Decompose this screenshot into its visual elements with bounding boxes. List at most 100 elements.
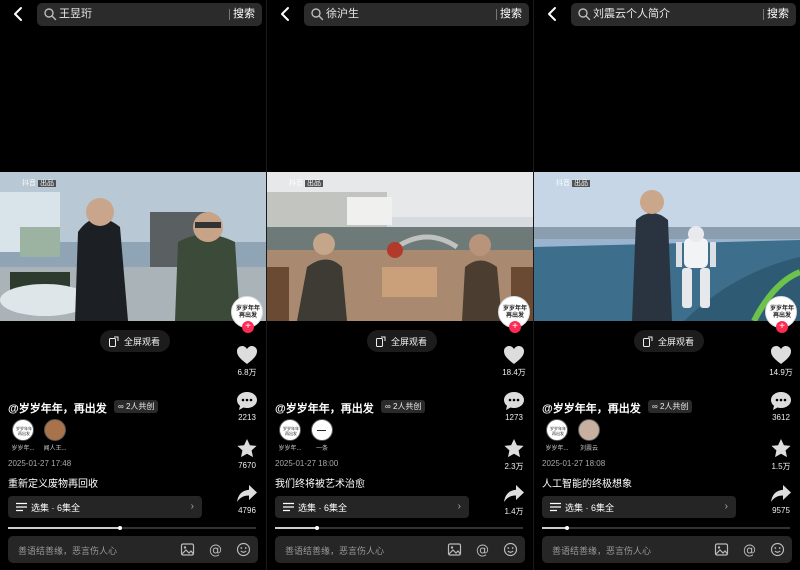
comment-input[interactable]: 善语结善缘，恶言伤人心 @ xyxy=(275,536,525,563)
collab-badge[interactable]: ∞ 2人共创 xyxy=(381,400,426,413)
video-progress-bar[interactable] xyxy=(542,526,790,530)
progress-fill xyxy=(8,527,120,529)
mention-icon[interactable]: @ xyxy=(208,542,223,557)
search-header: 王昱珩 搜索 xyxy=(0,0,266,30)
video-frame[interactable]: 抖音 出品 xyxy=(0,172,266,321)
collection-label: 选集 · 6集全 xyxy=(565,503,615,513)
heart-icon xyxy=(771,346,791,364)
collab-label: 2人共创 xyxy=(392,402,422,411)
progress-knob[interactable] xyxy=(564,526,569,530)
video-feed-panel: 王昱珩 搜索 抖音 出品 全屏观看 岁岁年年再出发 + 6.8万 2213 76… xyxy=(0,0,266,570)
search-query-text[interactable]: 刘震云个人简介 xyxy=(593,7,670,22)
search-bar[interactable]: 徐沪生 搜索 xyxy=(304,3,529,26)
follow-plus-icon[interactable]: + xyxy=(776,321,788,333)
yitiao-logo-glyph: — xyxy=(317,425,326,435)
search-button[interactable]: 搜索 xyxy=(767,7,789,22)
share-button[interactable]: 9575 xyxy=(765,484,797,515)
collection-bar[interactable]: 选集 · 6集全 › xyxy=(8,496,202,518)
fullscreen-label: 全屏观看 xyxy=(658,336,695,347)
search-button[interactable]: 搜索 xyxy=(500,7,522,22)
fullscreen-button[interactable]: 全屏观看 xyxy=(367,330,438,352)
share-button[interactable]: 4796 xyxy=(231,484,263,515)
collaborator-1[interactable]: 岁岁年年再出发 岁岁年... xyxy=(5,419,41,452)
search-query-text[interactable]: 王昱珩 xyxy=(59,7,92,22)
search-button[interactable]: 搜索 xyxy=(233,7,255,22)
progress-knob[interactable] xyxy=(117,526,122,530)
fullscreen-icon xyxy=(109,336,119,347)
fullscreen-button[interactable]: 全屏观看 xyxy=(634,330,705,352)
image-icon[interactable] xyxy=(714,542,729,557)
chevron-right-icon: › xyxy=(457,501,461,512)
comment-input[interactable]: 善语结善缘，恶言伤人心 @ xyxy=(542,536,792,563)
share-count: 1.4万 xyxy=(504,507,524,516)
collection-label: 选集 · 6集全 xyxy=(31,503,81,513)
mention-icon[interactable]: @ xyxy=(475,542,490,557)
creator-avatar[interactable]: 岁岁年年再出发 + xyxy=(498,296,530,333)
douyin-watermark: 抖音 出品 xyxy=(556,180,590,187)
emoji-icon[interactable] xyxy=(770,542,785,557)
post-date: 2025-01-27 18:00 xyxy=(275,459,339,468)
svg-text:@: @ xyxy=(209,543,222,557)
comment-button[interactable]: 2213 xyxy=(231,391,263,422)
share-button[interactable]: 1.4万 xyxy=(498,484,530,517)
mention-icon[interactable]: @ xyxy=(742,542,757,557)
creator-avatar-text: 岁岁年年再出发 xyxy=(503,306,528,319)
like-button[interactable]: 18.4万 xyxy=(498,345,530,378)
collaborator-2[interactable]: 刘震云 xyxy=(571,419,607,452)
collab-badge[interactable]: ∞ 2人共创 xyxy=(114,400,159,413)
collaborator-1[interactable]: 岁岁年年再出发 岁岁年... xyxy=(272,419,308,452)
douyin-watermark: 抖音 出品 xyxy=(289,180,323,187)
back-arrow-icon[interactable] xyxy=(544,5,562,23)
search-bar[interactable]: 刘震云个人简介 搜索 xyxy=(571,3,796,26)
back-arrow-icon[interactable] xyxy=(10,5,28,23)
creator-avatar[interactable]: 岁岁年年再出发 + xyxy=(765,296,797,333)
back-arrow-icon[interactable] xyxy=(277,5,295,23)
author-name[interactable]: @岁岁年年，再出发 xyxy=(542,400,641,416)
collaborator-1[interactable]: 岁岁年年再出发 岁岁年... xyxy=(539,419,575,452)
collab-label: 2人共创 xyxy=(125,402,155,411)
video-scene xyxy=(267,172,533,321)
courtyard-scene xyxy=(267,172,533,321)
star-icon xyxy=(237,439,257,458)
collaborator-2[interactable]: 闻人王... xyxy=(37,419,73,452)
image-icon[interactable] xyxy=(447,542,462,557)
comment-button[interactable]: 1273 xyxy=(498,391,530,422)
follow-plus-icon[interactable]: + xyxy=(509,321,521,333)
emoji-icon[interactable] xyxy=(236,542,251,557)
search-bar[interactable]: 王昱珩 搜索 xyxy=(37,3,262,26)
author-name[interactable]: @岁岁年年，再出发 xyxy=(8,400,107,416)
creator-avatar[interactable]: 岁岁年年再出发 + xyxy=(231,296,263,333)
follow-plus-icon[interactable]: + xyxy=(242,321,254,333)
like-button[interactable]: 6.8万 xyxy=(231,345,263,378)
author-name[interactable]: @岁岁年年，再出发 xyxy=(275,400,374,416)
video-frame[interactable]: 抖音 出品 xyxy=(534,172,800,321)
comment-button[interactable]: 3612 xyxy=(765,391,797,422)
video-progress-bar[interactable] xyxy=(275,526,523,530)
search-query-text[interactable]: 徐沪生 xyxy=(326,7,359,22)
emoji-icon[interactable] xyxy=(503,542,518,557)
collection-bar[interactable]: 选集 · 6集全 › xyxy=(542,496,736,518)
collection-bar[interactable]: 选集 · 6集全 › xyxy=(275,496,469,518)
video-feed-panel: 刘震云个人简介 搜索 抖音 出品 全屏观看 岁岁年年再出发 + 14.9万 361… xyxy=(534,0,800,570)
favorite-button[interactable]: 2.3万 xyxy=(498,438,530,472)
comment-placeholder: 善语结善缘，恶言伤人心 xyxy=(18,546,118,556)
collaborator-label: 岁岁年... xyxy=(278,446,302,452)
fullscreen-label: 全屏观看 xyxy=(124,336,161,347)
favorite-button[interactable]: 1.5万 xyxy=(765,438,797,472)
comment-input[interactable]: 善语结善缘，恶言伤人心 @ xyxy=(8,536,258,563)
image-icon[interactable] xyxy=(180,542,195,557)
favorite-button[interactable]: 7670 xyxy=(231,438,263,470)
like-count: 6.8万 xyxy=(237,368,257,377)
collaborator-label: 岁岁年... xyxy=(545,446,569,452)
collaborator-2[interactable]: — 一条 xyxy=(304,419,340,452)
video-frame[interactable]: 抖音 出品 xyxy=(267,172,533,321)
fullscreen-icon xyxy=(643,336,653,347)
like-button[interactable]: 14.9万 xyxy=(765,345,797,378)
progress-knob[interactable] xyxy=(315,526,320,530)
collab-badge[interactable]: ∞ 2人共创 xyxy=(648,400,693,413)
collaborator-label: 刘震云 xyxy=(579,446,598,452)
collaborator-label: 闻人王... xyxy=(43,446,67,452)
svg-text:@: @ xyxy=(476,543,489,557)
video-progress-bar[interactable] xyxy=(8,526,256,530)
fullscreen-button[interactable]: 全屏观看 xyxy=(100,330,171,352)
